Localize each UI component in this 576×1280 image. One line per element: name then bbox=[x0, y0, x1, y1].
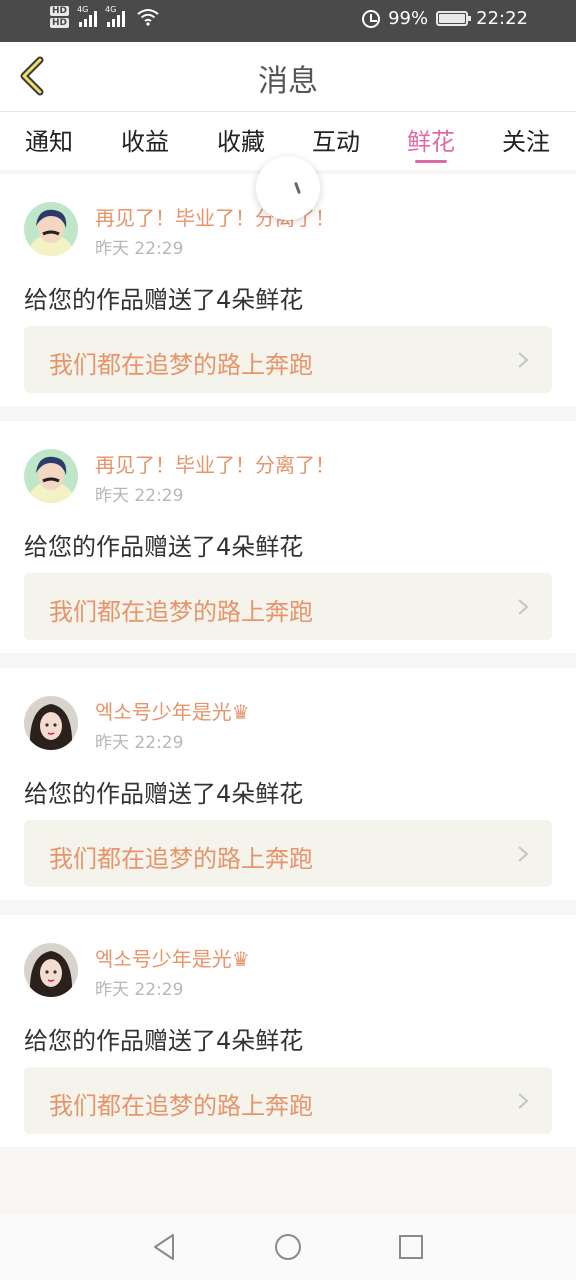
work-title: 我们都在追梦的路上奔跑 bbox=[49, 1092, 313, 1120]
notification-card: 엑소号少年是光♛ 昨天 22:29 给您的作品赠送了4朵鲜花 我们都在追梦的路上… bbox=[0, 915, 576, 1147]
message-text: 给您的作品赠送了4朵鲜花 bbox=[24, 1027, 304, 1055]
triangle-back-icon[interactable] bbox=[150, 1232, 180, 1262]
avatar[interactable] bbox=[24, 696, 78, 750]
avatar[interactable] bbox=[24, 449, 78, 503]
timestamp: 昨天 22:29 bbox=[95, 486, 184, 506]
refresh-spinner bbox=[256, 156, 320, 220]
work-title: 我们都在追梦的路上奔跑 bbox=[49, 351, 313, 379]
tab-earnings[interactable]: 收益 bbox=[97, 122, 193, 157]
hd-badge: HD bbox=[50, 18, 70, 28]
page-title: 消息 bbox=[258, 64, 318, 99]
chevron-right-icon bbox=[518, 1093, 529, 1109]
tab-flowers[interactable]: 鲜花 bbox=[383, 122, 479, 157]
message-text: 给您的作品赠送了4朵鲜花 bbox=[24, 533, 304, 561]
signal-icon: 4G bbox=[77, 5, 98, 27]
status-bar: HD HD 4G 4G 99% 22:22 bbox=[0, 0, 576, 42]
clock: 22:22 bbox=[476, 8, 528, 29]
battery-percent: 99% bbox=[388, 8, 429, 29]
work-link[interactable]: 我们都在追梦的路上奔跑 bbox=[24, 1067, 552, 1134]
work-link[interactable]: 我们都在追梦的路上奔跑 bbox=[24, 326, 552, 393]
work-link[interactable]: 我们都在追梦的路上奔跑 bbox=[24, 820, 552, 887]
battery-icon bbox=[436, 11, 472, 26]
avatar[interactable] bbox=[24, 943, 78, 997]
work-title: 我们都在追梦的路上奔跑 bbox=[49, 598, 313, 626]
work-link[interactable]: 我们都在追梦的路上奔跑 bbox=[24, 573, 552, 640]
wifi-icon bbox=[137, 9, 159, 26]
message-text: 给您的作品赠送了4朵鲜花 bbox=[24, 286, 304, 314]
tab-notice[interactable]: 通知 bbox=[1, 122, 97, 157]
hd-badge: HD bbox=[50, 6, 70, 16]
system-nav-bar bbox=[0, 1214, 576, 1280]
active-tab-indicator bbox=[415, 160, 447, 163]
sender-name[interactable]: 엑소号少年是光♛ bbox=[95, 943, 250, 972]
notification-card: 再见了！毕业了！分离了！ 昨天 22:29 给您的作品赠送了4朵鲜花 我们都在追… bbox=[0, 421, 576, 653]
tab-follow[interactable]: 关注 bbox=[478, 122, 574, 157]
square-recent-icon[interactable] bbox=[396, 1232, 426, 1262]
tab-interaction[interactable]: 互动 bbox=[288, 122, 384, 157]
signal-icon: 4G bbox=[105, 5, 126, 27]
app-header: 消息 bbox=[0, 42, 576, 112]
network-type-label: 4G bbox=[105, 5, 117, 14]
hd-badges: HD HD bbox=[50, 6, 70, 28]
sender-name[interactable]: 엑소号少年是光♛ bbox=[95, 696, 250, 725]
sender-name[interactable]: 再见了！毕业了！分离了！ bbox=[95, 449, 335, 478]
timestamp: 昨天 22:29 bbox=[95, 239, 184, 259]
avatar[interactable] bbox=[24, 202, 78, 256]
chevron-right-icon bbox=[518, 352, 529, 368]
chevron-right-icon bbox=[518, 599, 529, 615]
tab-favorites[interactable]: 收藏 bbox=[193, 122, 289, 157]
work-title: 我们都在追梦的路上奔跑 bbox=[49, 845, 313, 873]
notification-card: 엑소号少年是光♛ 昨天 22:29 给您的作品赠送了4朵鲜花 我们都在追梦的路上… bbox=[0, 668, 576, 900]
timestamp: 昨天 22:29 bbox=[95, 980, 184, 1000]
message-text: 给您的作品赠送了4朵鲜花 bbox=[24, 780, 304, 808]
chevron-right-icon bbox=[518, 846, 529, 862]
circle-home-icon[interactable] bbox=[273, 1232, 303, 1262]
timestamp: 昨天 22:29 bbox=[95, 733, 184, 753]
alarm-icon bbox=[362, 9, 381, 28]
network-type-label: 4G bbox=[77, 5, 89, 14]
